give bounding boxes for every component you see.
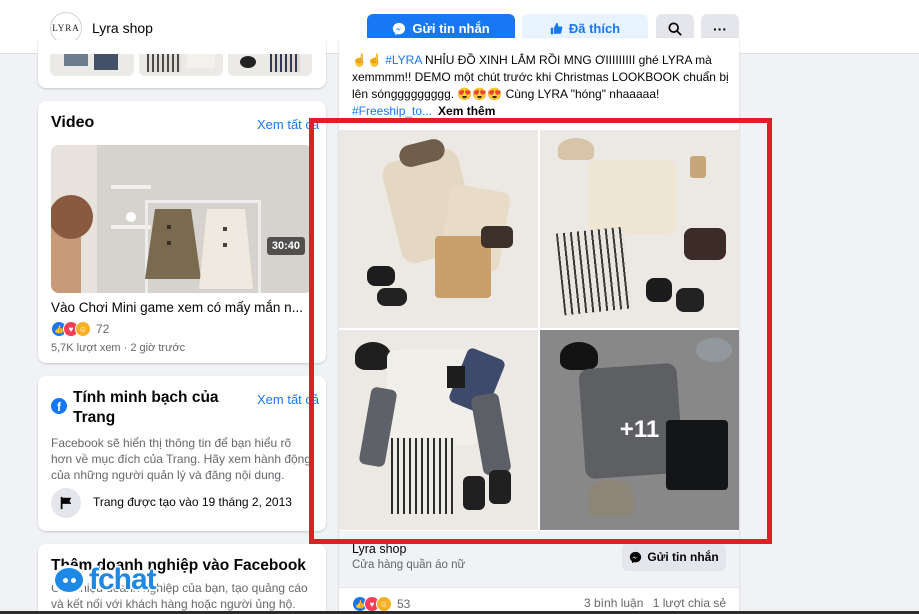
- messenger-icon: [393, 22, 406, 35]
- photos-card: [38, 40, 326, 88]
- care-reaction-icon: ☺: [376, 596, 392, 612]
- photo-thumbnail[interactable]: [139, 54, 223, 76]
- liked-label: Đã thích: [568, 21, 621, 36]
- share-count[interactable]: 1 lượt chia sẻ: [653, 596, 726, 610]
- video-scene-illustration: [51, 145, 313, 293]
- search-icon: [668, 21, 682, 36]
- transparency-card: f Tính minh bạch của Trang Xem tất cả Fa…: [38, 376, 326, 531]
- video-card: Video Xem tất cả 30:40 Vào Chơi Mini gam…: [38, 101, 326, 363]
- flag-icon: [51, 488, 81, 518]
- send-message-label: Gửi tin nhắn: [412, 21, 490, 36]
- fchat-logo-icon: [52, 565, 86, 595]
- facebook-icon: f: [51, 398, 67, 414]
- video-reaction-count: 72: [96, 322, 110, 336]
- post-engagement-counts: 3 bình luận 1 lượt chia sẻ: [584, 596, 726, 610]
- transparency-title: Tính minh bạch của Trang: [73, 389, 219, 426]
- more-options-icon: ···: [713, 20, 727, 37]
- post-footer: 👍 ♥ ☺ 53 3 bình luận 1 lượt chia sẻ: [339, 587, 739, 614]
- page-send-message-button[interactable]: Gửi tin nhắn: [622, 543, 726, 571]
- fchat-watermark-text: fchat: [89, 563, 157, 596]
- page-name[interactable]: Lyra shop: [92, 20, 153, 36]
- photo-thumbnail[interactable]: [50, 54, 134, 76]
- thumbs-up-icon: [550, 22, 563, 35]
- video-reactions[interactable]: 👍 ♥ ☺ 72: [51, 321, 109, 337]
- video-duration: 30:40: [266, 237, 305, 255]
- video-section-title: Video: [51, 114, 95, 131]
- post-emoji: ☝☝: [352, 53, 386, 67]
- post-reactions[interactable]: 👍 ♥ ☺ 53: [352, 596, 410, 612]
- video-title[interactable]: Vào Chơi Mini game xem có mấy mắn n...: [51, 300, 303, 315]
- page-link-name[interactable]: Lyra shop: [352, 542, 406, 556]
- post-text: ☝☝ #LYRA NHỈU ĐỒ XINH LẮM RỒI MNG ƠIIIII…: [352, 52, 732, 103]
- post-text-continued: #Freeship_to... Xem thêm: [352, 104, 495, 118]
- see-more-link[interactable]: Xem thêm: [438, 104, 495, 118]
- page-send-message-label: Gửi tin nhắn: [647, 550, 719, 564]
- avatar-logo-text: LYRA: [52, 23, 80, 33]
- highlight-box: [309, 118, 772, 544]
- post-reaction-count: 53: [397, 597, 411, 611]
- care-reaction-icon: ☺: [75, 321, 91, 337]
- video-meta: 5,7K lượt xem · 2 giờ trước: [51, 342, 186, 354]
- comment-count[interactable]: 3 bình luận: [584, 596, 643, 610]
- page-created-date: Trang được tạo vào 19 tháng 2, 2013: [93, 495, 292, 509]
- messenger-icon: [630, 551, 642, 563]
- video-thumbnail[interactable]: 30:40: [51, 145, 313, 293]
- hashtag-freeship[interactable]: #Freeship_to...: [352, 104, 432, 118]
- hashtag-lyra[interactable]: #LYRA: [385, 53, 421, 67]
- page-link-category: Cửa hàng quần áo nữ: [352, 559, 466, 571]
- transparency-description: Facebook sẽ hiển thị thông tin để bạn hi…: [51, 436, 312, 482]
- fchat-watermark: fchat: [52, 560, 157, 600]
- photo-thumbnail[interactable]: [228, 54, 312, 76]
